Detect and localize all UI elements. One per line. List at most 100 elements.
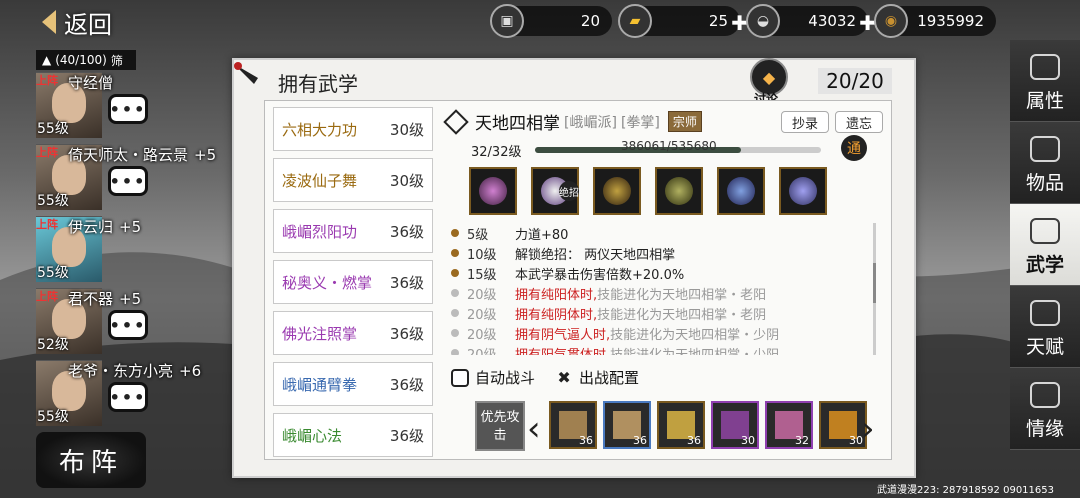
cart-icon: ▣ [490, 4, 524, 38]
hero-level: 55级 [37, 193, 69, 209]
hero-name: 倚天师太・路云景 +5 [68, 146, 217, 164]
hero-name: 君不器 +5 [68, 290, 142, 308]
hero-level: 55级 [37, 265, 69, 281]
skill-list: 六相大力功 30级 凌波仙子舞 30级 峨嵋烈阳功 36级 秘奥义・燃掌 36级 佛光注… [273, 107, 433, 464]
branch-icon [1030, 300, 1060, 326]
currency-value: 1935992 [917, 12, 984, 30]
skill-type: [拳掌] [620, 114, 660, 131]
skill-item[interactable]: 六相大力功 30级 [273, 107, 433, 151]
hero-card[interactable]: 上阵 守经僧 55级 ••• [36, 72, 226, 138]
battle-config-button[interactable]: ✖ 出战配置 [555, 367, 639, 388]
tab-items[interactable]: 物品 [1010, 122, 1080, 204]
equipped-skills: 36 36 36 30 32 30 [549, 401, 867, 449]
currency-coin: ◉ 1935992 [874, 4, 996, 38]
move-slot[interactable] [655, 167, 703, 215]
back-button[interactable]: 返回 [42, 6, 112, 39]
hero-name: 伊云归 +5 [68, 218, 142, 236]
skill-item[interactable]: 佛光注照掌 36级 [273, 311, 433, 355]
effect-list: 5级 力道+80 10级 解锁绝招： 两仪天地四相掌 15级 本武学暴击伤害倍数+20… [451, 223, 869, 355]
prev-arrow-icon[interactable]: ‹ [527, 409, 541, 449]
back-label: 返回 [64, 10, 112, 39]
chat-bubble-icon[interactable]: ••• [108, 310, 148, 340]
back-arrow-icon [42, 10, 56, 34]
onstage-label: 上阵 [36, 74, 58, 87]
currency-silver: ◒ 43032 ✚ [746, 4, 876, 38]
effect-row: 10级 解锁绝招： 两仪天地四相掌 [451, 243, 869, 263]
chat-bubble-icon[interactable]: ••• [108, 166, 148, 196]
skill-item[interactable]: 峨嵋烈阳功 36级 [273, 209, 433, 253]
skill-sect: [峨嵋派] [564, 114, 617, 131]
move-slot[interactable] [469, 167, 517, 215]
move-slot[interactable] [717, 167, 765, 215]
coin-icon: ◉ [874, 4, 908, 38]
filter-label: 筛 [110, 53, 123, 68]
team-count: (40/100) [55, 53, 107, 67]
forget-button[interactable]: 遗忘 [835, 111, 883, 133]
hero-card[interactable]: 上阵 倚天师太・路云景 +5 55级 ••• [36, 144, 226, 210]
effect-row: 15级 本武学暴击伤害倍数+20.0% [451, 263, 869, 283]
hero-level: 55级 [37, 121, 69, 137]
formation-button[interactable]: 布阵 [36, 432, 146, 488]
cross-icon: ✖ [557, 367, 571, 387]
team-icon: ▲ [42, 53, 52, 67]
equip-slot[interactable]: 30 [819, 401, 867, 449]
footer-id: 武道漫漫223: 287918592 09011653 [877, 485, 1054, 496]
chat-bubble-icon[interactable]: ••• [108, 94, 148, 124]
hero-card[interactable]: 上阵 伊云归 +5 55级 [36, 216, 226, 282]
equip-slot[interactable]: 36 [603, 401, 651, 449]
skill-title: 天地四相掌 [峨嵋派] [拳掌] 宗师 [443, 108, 702, 135]
equip-slot[interactable]: 36 [657, 401, 705, 449]
tab-relations[interactable]: 情缘 [1010, 368, 1080, 450]
equip-slot[interactable]: 36 [549, 401, 597, 449]
move-slot[interactable] [593, 167, 641, 215]
equip-slot[interactable]: 30 [711, 401, 759, 449]
checkbox-icon [451, 368, 469, 387]
tab-talents[interactable]: 天赋 [1010, 286, 1080, 368]
skill-item[interactable]: 凌波仙子舞 30级 [273, 158, 433, 202]
currency-value: 20 [580, 12, 600, 30]
equip-slot[interactable]: 32 [765, 401, 813, 449]
next-arrow-icon[interactable]: › [861, 409, 875, 449]
move-list: 绝招 [469, 167, 827, 215]
skill-rank: 宗师 [667, 111, 702, 132]
tab-attributes[interactable]: 属性 [1010, 40, 1080, 122]
master-badge[interactable]: 通 [841, 135, 867, 161]
currency-gold: ▰ 25 ✚ [618, 4, 748, 38]
skill-item[interactable]: 秘奥义・燃掌 36级 [273, 260, 433, 304]
side-tabs: 属性 物品 武学 天赋 情缘 [1010, 40, 1080, 450]
effect-row: 20级 拥有阴气逼人时, 技能进化为天地四相掌・少阴 [451, 323, 869, 343]
book-icon [1030, 218, 1060, 244]
effect-row: 20级 拥有纯阳体时, 技能进化为天地四相掌・老阳 [451, 283, 869, 303]
discuss-button[interactable]: ◆ 讨论 [750, 58, 790, 106]
currency-value: 25 [708, 12, 728, 30]
heart-icon [1030, 382, 1060, 408]
hero-card[interactable]: 上阵 君不器 +5 52级 ••• [36, 288, 226, 354]
hero-name: 老爷・东方小亮 +6 [68, 362, 202, 380]
effect-row: 20级 拥有阳气贯体时, 技能进化为天地四相掌・少阳 [451, 343, 869, 355]
currency-cart: ▣ 20 [490, 4, 612, 38]
rat-icon [1030, 54, 1060, 80]
priority-attack-button[interactable]: 优先攻击 [475, 401, 525, 451]
move-slot[interactable] [779, 167, 827, 215]
copy-button[interactable]: 抄录 [781, 111, 829, 133]
hero-card[interactable]: 老爷・东方小亮 +6 55级 ••• [36, 360, 226, 426]
skill-count: 20/20 [818, 68, 892, 94]
onstage-label: 上阵 [36, 146, 58, 159]
auto-battle-toggle[interactable]: 自动战斗 [451, 367, 535, 388]
move-slot[interactable]: 绝招 [531, 167, 579, 215]
exp-text: 386061/535680 [621, 139, 717, 153]
hero-name: 守经僧 [68, 74, 114, 92]
effects-scrollbar[interactable] [873, 223, 876, 355]
tab-martial-arts[interactable]: 武学 [1010, 204, 1080, 286]
onstage-label: 上阵 [36, 218, 58, 231]
team-count-bar[interactable]: ▲ (40/100) 筛 [36, 50, 136, 70]
brush-icon [234, 62, 258, 84]
currency-value: 43032 [808, 12, 856, 30]
skill-item[interactable]: 峨嵋心法 36级 [273, 413, 433, 457]
panel-title: 拥有武学 [278, 72, 358, 96]
ultimate-tag: 绝招 [559, 181, 579, 201]
battle-options: 自动战斗 ✖ 出战配置 [451, 367, 639, 388]
skill-item[interactable]: 峨嵋通臂拳 36级 [273, 362, 433, 406]
chat-bubble-icon[interactable]: ••• [108, 382, 148, 412]
silver-ingot-icon: ◒ [746, 4, 780, 38]
